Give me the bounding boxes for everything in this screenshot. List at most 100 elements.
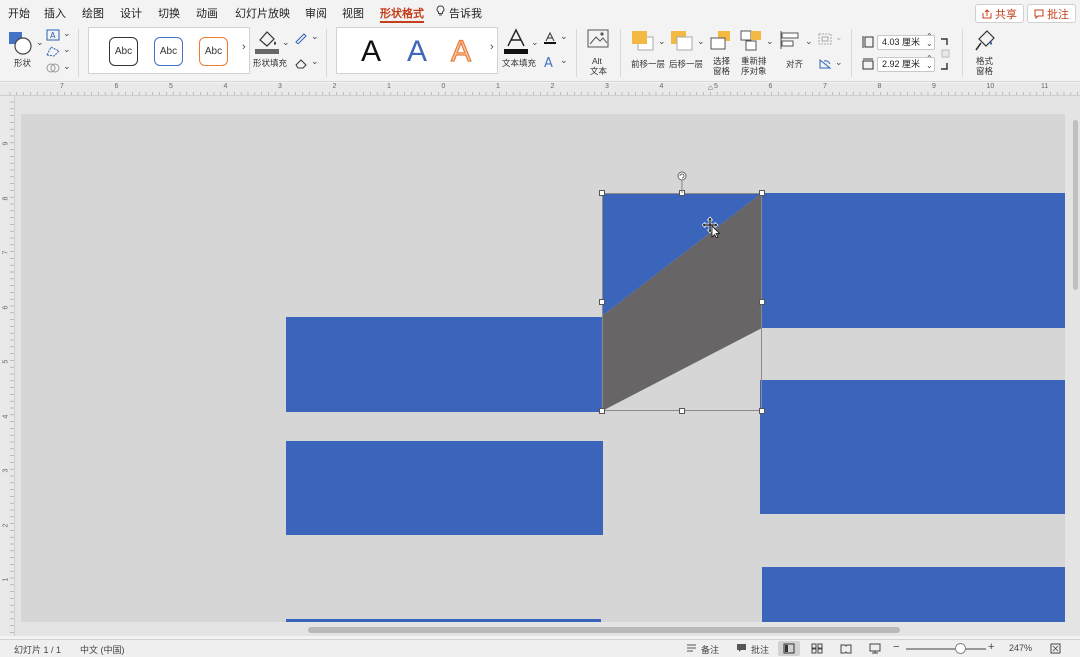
blue-rectangle-left-top[interactable]: [286, 317, 603, 412]
tab-home[interactable]: 开始: [8, 5, 30, 21]
bring-forward-button[interactable]: [631, 30, 655, 55]
group-dropdown-icon[interactable]: ⌄: [835, 32, 843, 43]
merge-shapes-dropdown-icon[interactable]: ⌄: [63, 61, 71, 72]
share-button[interactable]: 共享: [975, 4, 1024, 23]
resize-handle[interactable]: [599, 299, 605, 305]
resize-handle[interactable]: [679, 408, 685, 414]
blue-rectangle-left-middle[interactable]: [286, 441, 603, 535]
lock-aspect-ratio-icon[interactable]: [939, 37, 953, 74]
ruler-label: 5: [714, 83, 718, 90]
align-dropdown-icon[interactable]: ⌄: [805, 36, 813, 47]
slide-canvas[interactable]: [21, 114, 1065, 622]
tell-me[interactable]: 告诉我: [436, 5, 482, 21]
tab-design[interactable]: 设计: [120, 5, 142, 21]
merge-shapes-button[interactable]: [46, 62, 60, 77]
language[interactable]: 中文 (中国): [80, 643, 125, 656]
shape-fill-label: 形状填充: [253, 58, 288, 68]
blue-rectangle-right-top[interactable]: [762, 193, 1065, 328]
shapes-icon: [9, 32, 32, 55]
text-outline-dropdown-icon[interactable]: ⌄: [560, 31, 568, 42]
rotate-dropdown-icon[interactable]: ⌄: [835, 57, 843, 68]
wordart-style-orange-outline[interactable]: A: [450, 32, 471, 72]
bring-forward-dropdown-icon[interactable]: ⌄: [658, 36, 666, 47]
send-backward-button[interactable]: [670, 30, 694, 55]
shape-effects-dropdown-icon[interactable]: ⌄: [311, 56, 319, 67]
shape-fill-button[interactable]: [254, 28, 280, 59]
insert-shapes-button[interactable]: [7, 30, 33, 59]
format-pane-button[interactable]: [973, 29, 997, 56]
resize-handle[interactable]: [759, 299, 765, 305]
zoom-out-button[interactable]: −: [893, 641, 899, 653]
group-button[interactable]: [818, 33, 832, 48]
shape-fill-dropdown-icon[interactable]: ⌄: [282, 37, 290, 48]
ruler-indent-marker[interactable]: ⌂: [708, 83, 713, 92]
text-effects-button[interactable]: A: [543, 55, 557, 72]
merge-shapes-icon: [46, 63, 60, 73]
tab-slideshow[interactable]: 幻灯片放映: [235, 5, 290, 21]
text-outline-button[interactable]: [543, 31, 557, 48]
wordart-more-icon[interactable]: ›: [490, 41, 494, 53]
selected-shape[interactable]: [602, 193, 763, 412]
notes-button[interactable]: 备注: [686, 643, 719, 656]
shape-outline-button[interactable]: [294, 32, 308, 47]
tab-animations[interactable]: 动画: [196, 5, 218, 21]
resize-handle[interactable]: [759, 190, 765, 196]
edit-shape-button[interactable]: [46, 45, 60, 60]
normal-view-button[interactable]: [778, 641, 800, 656]
tab-shape-format[interactable]: 形状格式: [380, 5, 424, 23]
text-box-dropdown-icon[interactable]: ⌄: [63, 28, 71, 39]
blue-rectangle-left-bottom[interactable]: [286, 619, 601, 622]
zoom-level[interactable]: 247%: [1009, 643, 1032, 653]
blue-rectangle-right-middle[interactable]: [760, 380, 1065, 514]
resize-handle[interactable]: [599, 190, 605, 196]
zoom-in-button[interactable]: +: [988, 641, 994, 653]
align-button[interactable]: [779, 30, 803, 53]
blue-rectangle-right-bottom[interactable]: [762, 567, 1065, 622]
vertical-scrollbar[interactable]: [1073, 120, 1078, 290]
slide-sorter-icon[interactable]: [811, 643, 823, 654]
selection-pane-button[interactable]: [710, 30, 732, 55]
text-fill-button[interactable]: [503, 28, 529, 59]
reorder-objects-button[interactable]: [740, 30, 764, 55]
shape-styles-more-icon[interactable]: ›: [242, 41, 246, 53]
slideshow-icon[interactable]: [869, 643, 881, 654]
edit-shape-dropdown-icon[interactable]: ⌄: [63, 44, 71, 55]
send-backward-dropdown-icon[interactable]: ⌄: [697, 36, 705, 47]
tab-transitions[interactable]: 切换: [158, 5, 180, 21]
shapes-label: 形状: [14, 58, 32, 68]
text-box-button[interactable]: A: [46, 29, 60, 44]
shape-style-dark[interactable]: Abc: [109, 37, 138, 66]
wordart-style-black[interactable]: A: [361, 32, 381, 72]
rotate-button[interactable]: [818, 58, 832, 73]
tab-review[interactable]: 审阅: [305, 5, 327, 21]
ruler-label: 7: [60, 83, 64, 90]
horizontal-scrollbar[interactable]: [308, 627, 900, 633]
zoom-slider[interactable]: [906, 648, 986, 650]
shape-effects-button[interactable]: [294, 57, 308, 72]
wordart-style-blue[interactable]: A: [407, 32, 427, 72]
shape-style-blue[interactable]: Abc: [154, 37, 183, 66]
shapes-dropdown-icon[interactable]: ⌄: [36, 37, 44, 48]
resize-handle[interactable]: [599, 408, 605, 414]
height-stepper-down-icon[interactable]: ⌄: [926, 39, 933, 48]
shape-style-sample: Abc: [159, 46, 178, 57]
rotate-handle-icon[interactable]: [677, 171, 687, 193]
fit-to-window-icon[interactable]: [1050, 643, 1061, 654]
comments-button[interactable]: 批注: [1027, 4, 1076, 23]
status-comments-button[interactable]: 批注: [736, 643, 769, 656]
slide-workspace[interactable]: [15, 96, 1080, 636]
zoom-slider-thumb[interactable]: [955, 643, 966, 654]
width-stepper-down-icon[interactable]: ⌄: [926, 61, 933, 70]
resize-handle[interactable]: [759, 408, 765, 414]
tab-draw[interactable]: 绘图: [82, 5, 104, 21]
reorder-dropdown-icon[interactable]: ⌄: [766, 36, 774, 47]
text-fill-dropdown-icon[interactable]: ⌄: [531, 37, 539, 48]
tab-view[interactable]: 视图: [342, 5, 364, 21]
shape-style-orange[interactable]: Abc: [199, 37, 228, 66]
reading-view-icon[interactable]: [840, 643, 852, 654]
shape-outline-dropdown-icon[interactable]: ⌄: [311, 31, 319, 42]
alt-text-button[interactable]: [587, 29, 611, 54]
text-effects-dropdown-icon[interactable]: ⌄: [560, 55, 568, 66]
tab-insert[interactable]: 插入: [44, 5, 66, 21]
move-cursor-icon: [702, 216, 720, 238]
